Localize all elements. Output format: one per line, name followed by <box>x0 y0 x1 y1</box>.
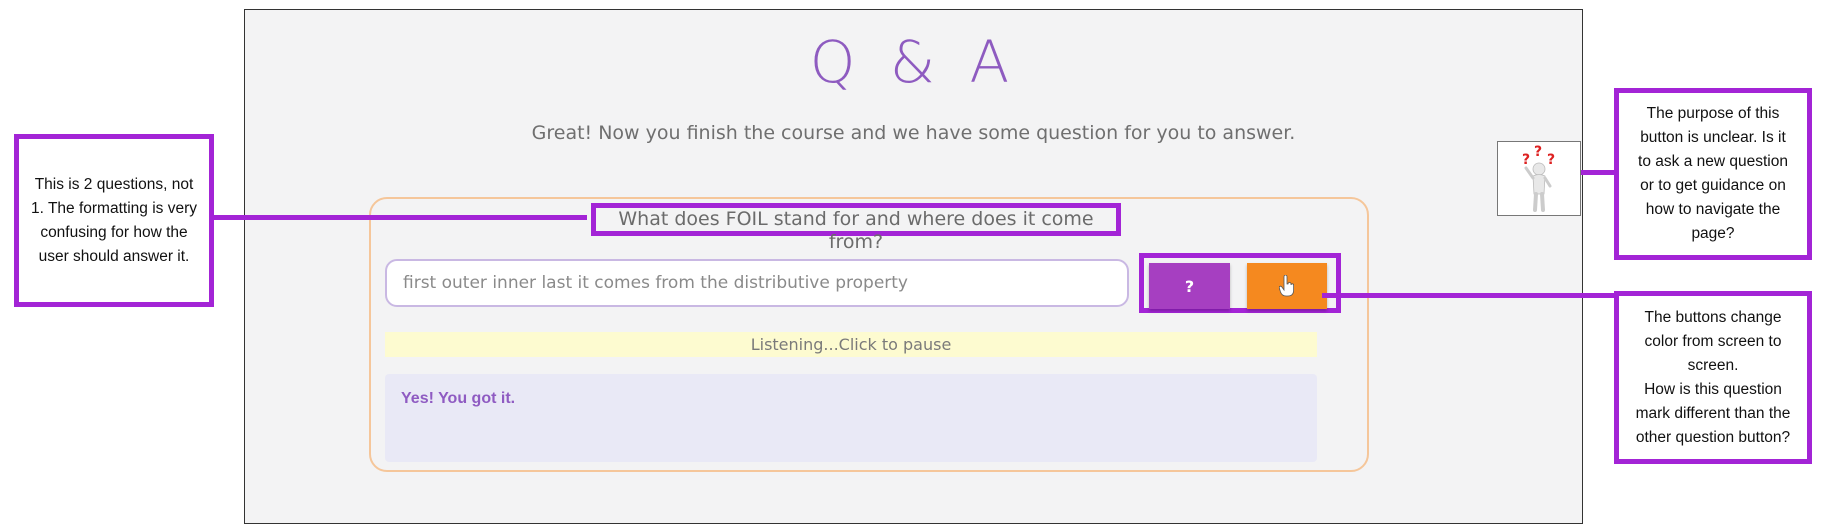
annotation-right-top: The purpose of this button is unclear. I… <box>1614 88 1812 260</box>
screenshot-frame: Q & A Great! Now you finish the course a… <box>244 9 1583 524</box>
answer-input[interactable] <box>385 259 1129 307</box>
feedback-panel: Yes! You got it. <box>385 374 1317 462</box>
question-person-icon: ? ? ? <box>1522 144 1555 212</box>
mic-button[interactable] <box>1247 263 1327 309</box>
question-text: What does FOIL stand for and where does … <box>591 203 1121 253</box>
annotation-left: This is 2 questions, not 1. The formatti… <box>14 134 214 307</box>
hand-pointer-icon <box>1279 275 1294 297</box>
annotation-right-top-text: The purpose of this button is unclear. I… <box>1638 105 1788 242</box>
annotation-right-bottom: The buttons change color from screen to … <box>1614 291 1812 464</box>
listening-status[interactable]: Listening...Click to pause <box>385 332 1317 357</box>
connector-left <box>214 215 587 220</box>
svg-text:?: ? <box>1547 152 1555 168</box>
svg-text:?: ? <box>1534 144 1542 160</box>
page-subtitle: Great! Now you finish the course and we … <box>531 122 1296 144</box>
feedback-text: Yes! You got it. <box>401 390 516 407</box>
connector-right-bottom <box>1322 293 1614 298</box>
question-button[interactable]: ? <box>1149 263 1230 309</box>
annotation-left-text: This is 2 questions, not 1. The formatti… <box>31 175 197 265</box>
svg-text:?: ? <box>1522 152 1530 168</box>
help-button[interactable]: ? ? ? <box>1497 141 1581 216</box>
page-title: Q & A <box>809 28 1018 96</box>
annotation-right-bottom-text: The buttons change color from screen to … <box>1635 308 1791 446</box>
connector-right-top <box>1581 170 1614 175</box>
button-group-highlight: ? <box>1139 253 1341 313</box>
qa-card: What does FOIL stand for and where does … <box>369 197 1369 472</box>
